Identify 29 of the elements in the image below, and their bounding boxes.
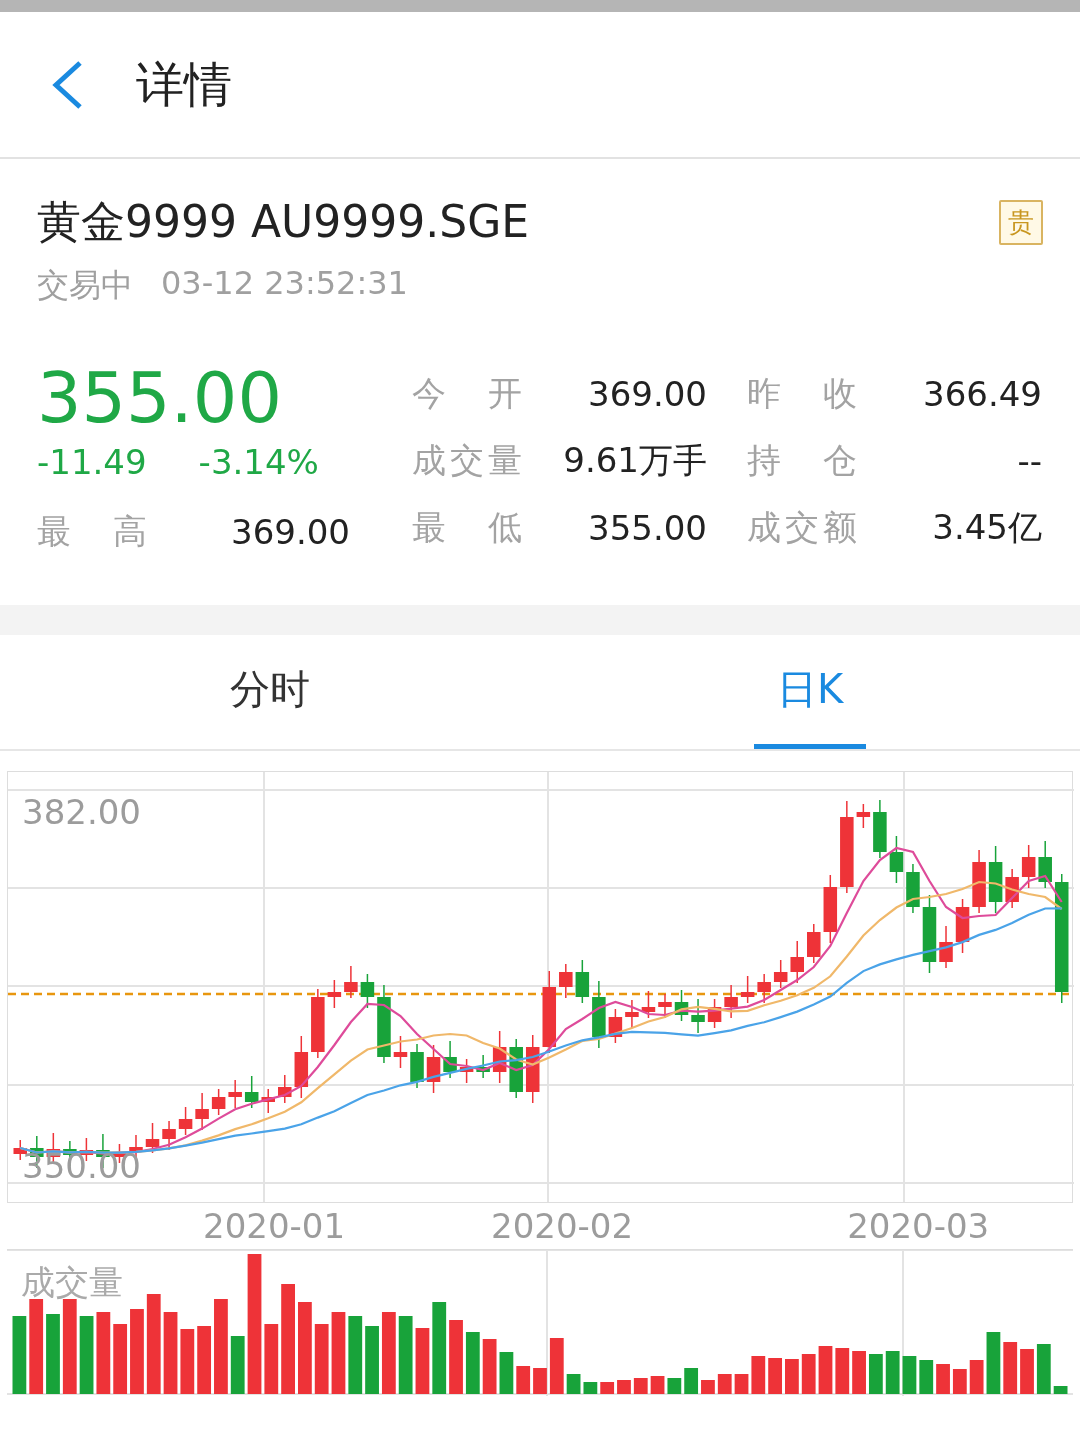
- stat-label: 今开: [412, 371, 522, 415]
- axis-label: 382.00: [22, 792, 141, 832]
- axis-label: 350.00: [22, 1146, 141, 1186]
- category-badge: 贵: [999, 200, 1043, 245]
- stat-value: 366.49: [923, 373, 1042, 414]
- quote-time: 03-12 23:52:31: [161, 264, 408, 304]
- stat-value: 355.00: [588, 507, 707, 548]
- instrument-name: 黄金9999 AU9999.SGE: [37, 195, 530, 249]
- date-label: 2020-02: [491, 1206, 634, 1246]
- date-label: 2020-03: [847, 1206, 990, 1246]
- stat-value: 9.61万手: [563, 438, 707, 482]
- volume-label: 成交量: [21, 1261, 123, 1304]
- percent-change: -3.14%: [198, 442, 319, 484]
- stat-value: 369.00: [588, 373, 707, 414]
- last-price: 355.00: [37, 360, 283, 436]
- back-icon[interactable]: [50, 59, 84, 110]
- stat-label: 最高: [37, 509, 147, 553]
- stat-label: 成交量: [412, 438, 522, 482]
- stat-label: 最低: [412, 505, 522, 549]
- stat-value: --: [1017, 440, 1042, 481]
- stat-value: 369.00: [231, 511, 350, 552]
- stat-label: 持仓: [747, 438, 857, 482]
- stat-value: 3.45亿: [932, 505, 1042, 549]
- price-change: -11.49: [37, 442, 147, 484]
- date-label: 2020-01: [203, 1206, 346, 1246]
- trading-status: 交易中: [37, 265, 133, 306]
- stat-label: 昨收: [747, 371, 857, 415]
- page-title: 详情: [136, 54, 232, 114]
- stat-label: 成交额: [747, 505, 857, 549]
